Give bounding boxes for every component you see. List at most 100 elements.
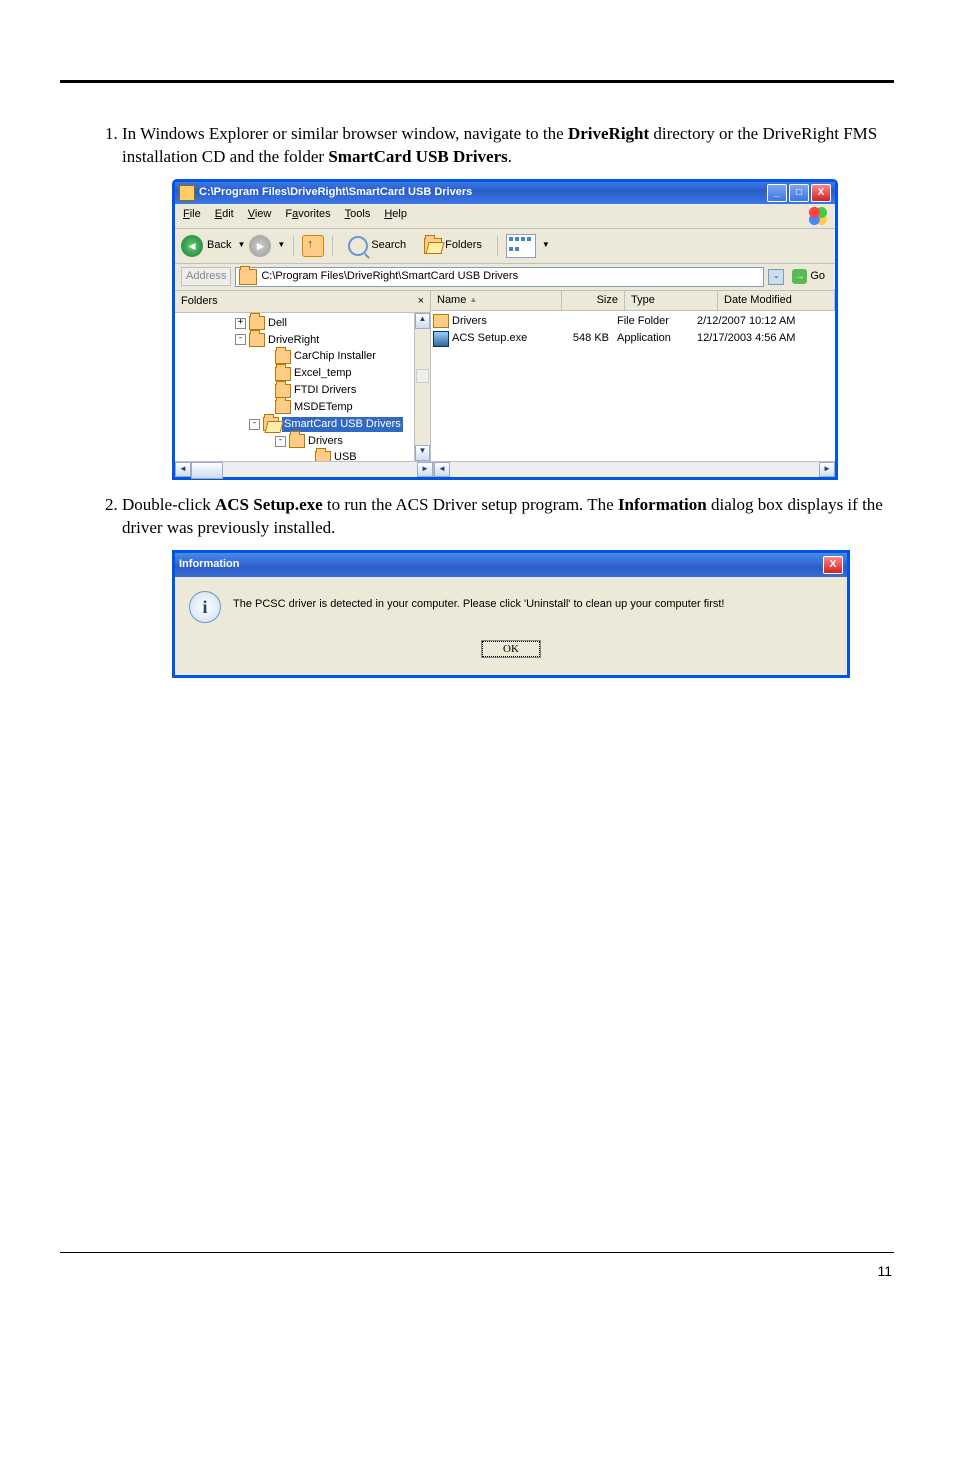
search-label: Search xyxy=(371,238,406,253)
tree-header: Folders xyxy=(181,294,218,309)
tree-item[interactable]: FTDI Drivers xyxy=(175,382,430,399)
search-icon xyxy=(348,236,368,256)
col-size[interactable]: Size xyxy=(562,291,625,310)
file-row[interactable]: DriversFile Folder2/12/2007 10:12 AM xyxy=(433,313,833,330)
bold: DriveRight xyxy=(568,124,649,143)
tree-scrollbar[interactable]: ▲ ▼ xyxy=(414,313,430,461)
folder-icon xyxy=(289,434,305,448)
tree-item[interactable]: -SmartCard USB Drivers xyxy=(175,416,430,433)
forward-button[interactable]: ► xyxy=(249,235,271,257)
col-name[interactable]: Name▲ xyxy=(431,291,562,310)
menu-tools[interactable]: Tools xyxy=(345,207,371,225)
views-button[interactable] xyxy=(506,234,536,258)
minimize-button[interactable]: _ xyxy=(767,184,787,202)
go-label: Go xyxy=(810,269,825,284)
menu-help[interactable]: Help xyxy=(384,207,407,225)
folders-icon xyxy=(424,238,442,254)
folders-button[interactable]: Folders xyxy=(417,235,489,257)
back-label[interactable]: Back xyxy=(207,238,231,253)
bold: SmartCard USB Drivers xyxy=(328,147,507,166)
dialog-close-button[interactable]: X xyxy=(823,556,843,574)
folder-icon xyxy=(275,367,291,381)
views-dropdown-icon[interactable]: ▼ xyxy=(542,240,550,251)
toolbar: ◄ Back ▼ ► ▼ Search Folders ▼ xyxy=(175,229,835,264)
file-row[interactable]: ACS Setup.exe548 KBApplication12/17/2003… xyxy=(433,330,833,348)
titlebar[interactable]: C:\Program Files\DriveRight\SmartCard US… xyxy=(175,182,835,204)
address-dropdown[interactable]: ⌄ xyxy=(768,269,784,285)
tree-hscroll[interactable]: ◄► xyxy=(175,461,434,477)
forward-dropdown-icon[interactable]: ▼ xyxy=(277,240,285,251)
bold: Information xyxy=(618,495,707,514)
dialog-title: Information xyxy=(179,557,823,572)
expand-icon[interactable]: - xyxy=(249,419,260,430)
folder-icon xyxy=(249,316,265,330)
maximize-button[interactable]: □ xyxy=(789,184,809,202)
page-number: 11 xyxy=(60,1263,894,1279)
menu-favorites[interactable]: Favorites xyxy=(285,207,330,225)
text: . xyxy=(508,147,512,166)
tree-label: FTDI Drivers xyxy=(294,383,356,398)
expand-icon[interactable]: + xyxy=(235,318,246,329)
scroll-down-icon[interactable]: ▼ xyxy=(415,445,430,461)
folder-icon xyxy=(275,400,291,414)
info-icon: i xyxy=(189,591,221,623)
file-name: Drivers xyxy=(452,314,487,329)
column-headers: Name▲ Size Type Date Modified xyxy=(431,291,835,311)
col-date[interactable]: Date Modified xyxy=(718,291,835,310)
tree-item[interactable]: -Drivers xyxy=(175,433,430,450)
tree-label: CarChip Installer xyxy=(294,349,376,364)
bold: ACS Setup.exe xyxy=(215,495,323,514)
tree-label: Dell xyxy=(268,316,287,331)
file-name: ACS Setup.exe xyxy=(452,331,527,346)
address-label: Address xyxy=(181,267,231,286)
tree-close-button[interactable]: × xyxy=(418,294,424,309)
step-1: In Windows Explorer or similar browser w… xyxy=(122,123,894,480)
tree-item[interactable]: CarChip Installer xyxy=(175,348,430,365)
tree-label: DriveRight xyxy=(268,333,319,348)
tree-item[interactable]: + Dell xyxy=(175,315,430,332)
ok-button[interactable]: OK xyxy=(482,641,540,657)
tree-label: Excel_temp xyxy=(294,366,351,381)
folder-icon xyxy=(275,350,291,364)
scroll-thumb[interactable] xyxy=(416,369,429,383)
file-size xyxy=(551,314,617,329)
explorer-window: C:\Program Files\DriveRight\SmartCard US… xyxy=(172,179,838,480)
close-button[interactable]: X xyxy=(811,184,831,202)
list-hscroll[interactable]: ◄► xyxy=(434,461,835,477)
tree-item[interactable]: Excel_temp xyxy=(175,365,430,382)
information-dialog: Information X i The PCSC driver is detec… xyxy=(172,550,850,678)
go-button[interactable]: →Go xyxy=(788,268,829,285)
dialog-titlebar[interactable]: Information X xyxy=(175,553,847,577)
app-icon xyxy=(433,331,449,347)
tree-label: MSDETemp xyxy=(294,400,353,415)
expand-icon[interactable]: - xyxy=(235,334,246,345)
tree-item[interactable]: MSDETemp xyxy=(175,399,430,416)
file-type: Application xyxy=(617,331,697,347)
folder-icon xyxy=(179,185,195,201)
up-button[interactable] xyxy=(302,235,324,257)
folder-icon xyxy=(275,384,291,398)
expand-icon[interactable]: - xyxy=(275,436,286,447)
addressbar: Address C:\Program Files\DriveRight\Smar… xyxy=(175,264,835,291)
folder-icon xyxy=(249,333,265,347)
menu-edit[interactable]: Edit xyxy=(215,207,234,225)
folder-icon xyxy=(239,269,257,285)
menu-view[interactable]: View xyxy=(248,207,272,225)
scroll-up-icon[interactable]: ▲ xyxy=(415,313,430,329)
search-button[interactable]: Search xyxy=(341,233,413,259)
text: Double-click xyxy=(122,495,215,514)
address-path: C:\Program Files\DriveRight\SmartCard US… xyxy=(261,269,518,284)
col-type[interactable]: Type xyxy=(625,291,718,310)
address-input[interactable]: C:\Program Files\DriveRight\SmartCard US… xyxy=(235,267,764,287)
folder-icon xyxy=(315,451,331,461)
text: In Windows Explorer or similar browser w… xyxy=(122,124,568,143)
tree-item[interactable]: USB xyxy=(175,449,430,460)
dialog-message: The PCSC driver is detected in your comp… xyxy=(233,591,724,612)
tree-item[interactable]: - DriveRight xyxy=(175,332,430,349)
sort-asc-icon: ▲ xyxy=(469,295,477,306)
back-button[interactable]: ◄ xyxy=(181,235,203,257)
folder-tree: Folders × + Dell - DriveRightCarChip Instal… xyxy=(175,291,431,461)
step-2: Double-click ACS Setup.exe to run the AC… xyxy=(122,494,894,678)
menu-file[interactable]: File xyxy=(183,207,201,225)
back-dropdown-icon[interactable]: ▼ xyxy=(237,240,245,251)
